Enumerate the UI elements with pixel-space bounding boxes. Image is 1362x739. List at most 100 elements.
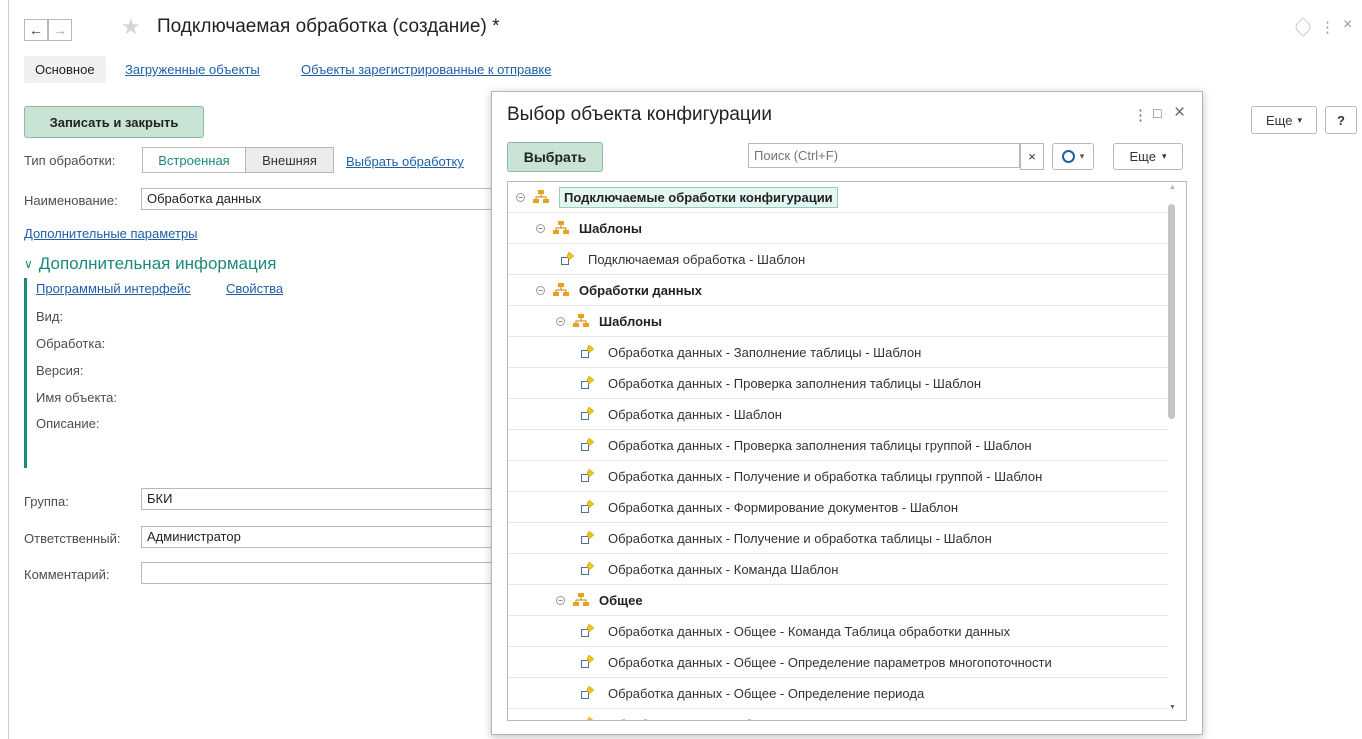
folder-icon — [573, 314, 589, 327]
tree-item-row[interactable]: Обработка данных - Проверка заполнения т… — [508, 430, 1168, 461]
section-bar — [24, 278, 27, 468]
folder-icon — [533, 190, 549, 203]
tree-item-row[interactable]: Обработка данных - Заполнение таблицы - … — [508, 337, 1168, 368]
collapse-icon[interactable]: − — [556, 595, 565, 605]
scroll-down-arrow[interactable]: ▼ — [1169, 704, 1176, 711]
folder-icon — [553, 283, 569, 296]
responsible-label: Ответственный: — [24, 531, 121, 546]
maximize-icon[interactable]: □ — [1153, 105, 1161, 121]
tree-item-row[interactable]: Обработка данных - Команда Шаблон — [508, 554, 1168, 585]
tab-loaded-objects[interactable]: Загруженные объекты — [125, 62, 260, 77]
favorite-star-icon[interactable]: ★ — [121, 14, 141, 40]
collapse-icon[interactable]: − — [536, 285, 545, 295]
processing-icon — [581, 469, 595, 482]
folder-icon — [553, 221, 569, 234]
processing-label: Обработка: — [36, 336, 106, 351]
tab-registered-objects[interactable]: Объекты зарегистрированные к отправке — [301, 62, 552, 77]
collapse-icon[interactable]: − — [556, 316, 565, 326]
tab-main[interactable]: Основное — [24, 56, 106, 83]
back-button[interactable]: ← — [24, 19, 48, 41]
dialog-more-button[interactable]: Еще ▾ — [1113, 143, 1183, 170]
tree-folder-row[interactable]: − Подключаемые обработки конфигурации — [508, 182, 1168, 213]
save-and-close-button[interactable]: Записать и закрыть — [24, 106, 204, 138]
chevron-down-icon: ∨ — [24, 257, 33, 271]
search-input[interactable] — [748, 143, 1020, 168]
forward-button[interactable]: → — [48, 19, 72, 41]
help-button[interactable]: ? — [1325, 106, 1357, 134]
extra-info-section[interactable]: ∨ Дополнительная информация — [24, 254, 276, 274]
tree-row-label: Обработка данных - Получение и обработка… — [608, 530, 992, 546]
extra-params-link[interactable]: Дополнительные параметры — [24, 226, 198, 241]
tree-item-row[interactable]: Обработка данных - Шаблон — [508, 399, 1168, 430]
tree-item-row[interactable]: Обработка данных - Общее - Определение п… — [508, 709, 1168, 721]
clear-icon: × — [1028, 149, 1036, 164]
search-button[interactable]: ▾ — [1052, 143, 1094, 170]
tree-item-row[interactable]: Обработка данных - Получение и обработка… — [508, 523, 1168, 554]
config-tree[interactable]: − Подключаемые обработки конфигурации − Шаб… — [507, 181, 1187, 721]
processing-icon — [581, 345, 595, 358]
tree-row-label: Обработка данных - Проверка заполнения т… — [608, 437, 1032, 453]
tree-item-row[interactable]: Обработка данных - Общее - Определение п… — [508, 678, 1168, 709]
tree-row-label: Обработка данных - Общее - Определение п… — [608, 717, 945, 721]
select-button[interactable]: Выбрать — [507, 142, 603, 172]
tree-item-row[interactable]: Обработка данных - Общее - Определение п… — [508, 647, 1168, 678]
dialog-menu-icon[interactable]: ⋮ — [1133, 106, 1148, 124]
version-label: Версия: — [36, 363, 84, 378]
responsible-field[interactable]: Администратор — [141, 526, 493, 548]
collapse-icon[interactable]: − — [536, 223, 545, 233]
tree-item-row[interactable]: Обработка данных - Общее - Команда Табли… — [508, 616, 1168, 647]
tree-folder-row[interactable]: − Общее — [508, 585, 1168, 616]
processing-icon — [561, 252, 575, 265]
choose-processing-link[interactable]: Выбрать обработку — [346, 154, 464, 169]
tree-row-label: Подключаемая обработка - Шаблон — [588, 251, 806, 267]
tree-scrollbar[interactable] — [1168, 204, 1175, 419]
clear-search-button[interactable]: × — [1020, 143, 1044, 170]
properties-link[interactable]: Свойства — [226, 281, 283, 296]
tree-row-label: Обработка данных - Команда Шаблон — [608, 561, 839, 577]
group-field[interactable]: БКИ — [141, 488, 493, 510]
window-frame — [8, 0, 9, 739]
tree-row-label: Подключаемые обработки конфигурации — [559, 186, 838, 208]
processing-icon — [581, 655, 595, 668]
comment-field[interactable] — [141, 562, 493, 584]
more-button[interactable]: Еще ▾ — [1251, 106, 1317, 134]
object-name-label: Имя объекта: — [36, 390, 118, 405]
collapse-icon[interactable]: − — [516, 192, 525, 202]
more-menu-icon[interactable]: ⋮ — [1320, 18, 1335, 36]
search-icon — [1061, 150, 1075, 163]
tree-folder-row[interactable]: − Шаблоны — [508, 306, 1168, 337]
tree-row-label: Обработка данных - Формирование документ… — [608, 499, 959, 515]
type-label: Тип обработки: — [24, 153, 116, 168]
type-external-toggle[interactable]: Внешняя — [246, 147, 334, 173]
comment-label: Комментарий: — [24, 567, 110, 582]
tree-row-label: Обработка данных - Общее - Команда Табли… — [608, 623, 1011, 639]
tree-folder-row[interactable]: − Обработки данных — [508, 275, 1168, 306]
name-field[interactable]: Обработка данных — [141, 188, 493, 210]
processing-icon — [581, 531, 595, 544]
tree-item-row[interactable]: Обработка данных - Формирование документ… — [508, 492, 1168, 523]
scroll-up-arrow[interactable]: ▲ — [1169, 184, 1176, 191]
tree-row-label: Обработка данных - Общее - Определение п… — [608, 685, 925, 701]
tree-folder-row[interactable]: − Шаблоны — [508, 213, 1168, 244]
tree-item-row[interactable]: Обработка данных - Получение и обработка… — [508, 461, 1168, 492]
processing-icon — [581, 438, 595, 451]
window-title: Подключаемая обработка (создание) * — [157, 16, 500, 37]
chevron-down-icon: ▾ — [1079, 151, 1085, 161]
type-builtin-toggle[interactable]: Встроенная — [142, 147, 246, 173]
dialog-close-icon[interactable]: × — [1174, 102, 1185, 124]
tree-row-label: Обработки данных — [579, 282, 702, 298]
tree-item-row[interactable]: Подключаемая обработка - Шаблон — [508, 244, 1168, 275]
tree-row-label: Обработка данных - Заполнение таблицы - … — [608, 344, 922, 360]
extra-info-title: Дополнительная информация — [38, 254, 277, 273]
tree-row-label: Шаблоны — [579, 220, 642, 236]
dialog-title: Выбор объекта конфигурации — [507, 104, 773, 125]
processing-icon — [581, 407, 595, 420]
group-label: Группа: — [24, 494, 69, 509]
tree-item-row[interactable]: Обработка данных - Проверка заполнения т… — [508, 368, 1168, 399]
close-window-icon[interactable]: × — [1343, 16, 1352, 34]
processing-icon — [581, 562, 595, 575]
link-icon[interactable] — [1293, 17, 1313, 37]
tree-row-label: Обработка данных - Шаблон — [608, 406, 782, 422]
program-interface-link[interactable]: Программный интерфейс — [36, 281, 191, 296]
description-label: Описание: — [36, 416, 100, 431]
